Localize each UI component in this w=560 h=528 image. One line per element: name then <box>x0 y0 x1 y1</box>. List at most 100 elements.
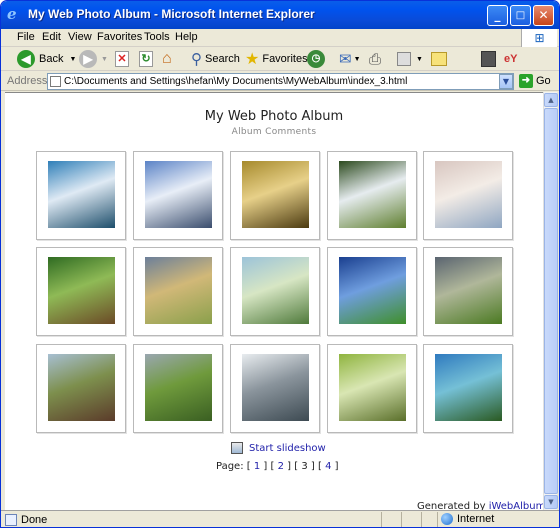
mail-button[interactable]: ✉ ▼ <box>339 49 361 69</box>
generated-by: Generated by iWebAlbum <box>417 501 543 510</box>
close-button[interactable]: ✕ <box>533 5 554 26</box>
menu-help[interactable]: Help <box>175 31 198 43</box>
menu-view[interactable]: View <box>68 31 92 43</box>
forest-path-photo <box>48 257 115 324</box>
scroll-up-icon[interactable]: ▲ <box>544 93 558 107</box>
photo-thumbnail[interactable] <box>327 151 417 240</box>
stormy-field-photo <box>435 257 502 324</box>
window-title: My Web Photo Album - Microsoft Internet … <box>28 7 315 21</box>
blue-lake-forest-photo <box>435 354 502 421</box>
scroll-thumb[interactable] <box>544 108 558 494</box>
back-label: Back <box>39 53 64 65</box>
pager-label: Page: <box>216 461 244 472</box>
flooded-field-photo <box>48 354 115 421</box>
photo-thumbnail[interactable] <box>133 151 223 240</box>
hay-bales-photo <box>145 257 212 324</box>
bamboo-hut-photo <box>242 161 309 228</box>
go-button[interactable]: ➜ Go <box>519 74 551 88</box>
address-dropdown-button[interactable]: ▼ <box>499 74 513 89</box>
search-button[interactable]: ⚲ Search <box>191 49 240 69</box>
page-link[interactable]: 2 <box>278 461 284 472</box>
photo-thumbnail[interactable] <box>36 151 126 240</box>
status-left: Done <box>5 514 47 526</box>
zone-label: Internet <box>457 513 495 525</box>
ie-logo-icon: e <box>7 5 17 23</box>
generated-prefix: Generated by <box>417 501 486 510</box>
title-bar: e My Web Photo Album - Microsoft Interne… <box>1 1 559 29</box>
photo-thumbnail[interactable] <box>423 151 513 240</box>
address-url: C:\Documents and Settings\hefan\My Docum… <box>64 76 408 87</box>
vertical-scrollbar[interactable]: ▲ ▼ <box>543 92 558 510</box>
photo-thumbnail[interactable] <box>230 344 320 433</box>
page-link[interactable]: 4 <box>325 461 331 472</box>
page-link[interactable]: 1 <box>254 461 260 472</box>
stop-icon: ✕ <box>115 51 129 67</box>
page-content: My Web Photo Album Album Comments Start … <box>5 92 543 510</box>
minimize-button[interactable]: _ <box>487 5 508 26</box>
back-arrow-icon: ◀ <box>17 50 35 68</box>
status-bar: Done Internet <box>1 510 559 527</box>
history-button[interactable]: ◷ <box>307 49 325 69</box>
globe-icon <box>441 513 453 525</box>
menu-edit[interactable]: Edit <box>42 31 61 43</box>
photo-thumbnail[interactable] <box>36 344 126 433</box>
photo-thumbnail[interactable] <box>230 247 320 336</box>
favorites-label: Favorites <box>262 53 308 65</box>
photo-thumbnail[interactable] <box>423 247 513 336</box>
forward-button[interactable]: ▶ ▼ <box>79 49 108 69</box>
maximize-button[interactable]: □ <box>510 5 531 26</box>
go-arrow-icon: ➜ <box>519 74 533 88</box>
frosted-tree-photo <box>242 354 309 421</box>
rolling-hills-photo <box>145 354 212 421</box>
ebay-icon: eY <box>504 53 518 65</box>
security-zone: Internet <box>441 513 494 525</box>
standard-toolbar: ◀ Back ▼ ▶ ▼ ✕ ↻ ⌂ ⚲ Search ★ Favorites … <box>1 47 559 71</box>
menu-tools[interactable]: Tools <box>144 31 170 43</box>
print-button[interactable]: ⎙ <box>369 49 381 69</box>
mail-icon: ✉ <box>339 51 352 68</box>
dropdown-arrow-icon[interactable]: ▼ <box>354 56 361 63</box>
menu-favorites[interactable]: Favorites <box>97 31 142 43</box>
back-button[interactable]: ◀ Back ▼ <box>17 49 76 69</box>
start-slideshow-link[interactable]: Start slideshow <box>249 443 326 454</box>
iwebalbum-link[interactable]: iWebAlbum <box>489 501 543 510</box>
messenger-button[interactable]: eY <box>504 49 517 69</box>
address-label: Address <box>7 75 48 87</box>
misty-lake-photo <box>435 161 502 228</box>
photo-thumbnail[interactable] <box>327 247 417 336</box>
photo-thumbnail[interactable] <box>423 344 513 433</box>
slideshow-control[interactable]: Start slideshow <box>231 442 326 454</box>
dropdown-arrow-icon[interactable]: ▼ <box>69 56 76 63</box>
photo-thumbnail[interactable] <box>133 344 223 433</box>
scroll-down-icon[interactable]: ▼ <box>544 495 558 509</box>
windows-flag-icon: ⊞ <box>521 29 557 47</box>
page-done-icon <box>5 514 17 526</box>
refresh-button[interactable]: ↻ <box>139 49 153 69</box>
willow-branches-photo <box>339 354 406 421</box>
favorites-button[interactable]: ★ Favorites <box>245 49 308 69</box>
address-bar: Address C:\Documents and Settings\hefan\… <box>1 71 559 91</box>
stop-button[interactable]: ✕ <box>115 49 129 69</box>
address-input[interactable]: C:\Documents and Settings\hefan\My Docum… <box>47 73 514 90</box>
photo-thumbnail[interactable] <box>230 151 320 240</box>
search-label: Search <box>205 53 240 65</box>
edit-button[interactable]: ▼ <box>397 49 423 69</box>
menu-file[interactable]: File <box>17 31 35 43</box>
green-field-sky-photo <box>339 257 406 324</box>
photo-thumbnail[interactable] <box>327 344 417 433</box>
dropdown-arrow-icon[interactable]: ▼ <box>416 56 423 63</box>
go-label: Go <box>536 75 551 87</box>
album-subtitle: Album Comments <box>231 127 317 137</box>
search-icon: ⚲ <box>191 51 202 68</box>
forward-arrow-icon: ▶ <box>79 50 97 68</box>
mountain-lake-photo <box>48 161 115 228</box>
research-button[interactable] <box>481 49 496 69</box>
home-button[interactable]: ⌂ <box>162 49 172 69</box>
ie-window: e My Web Photo Album - Microsoft Interne… <box>0 0 560 528</box>
discuss-button[interactable] <box>431 49 447 69</box>
pagination: Page: [ 1 ] [ 2 ] [ 3 ] [ 4 ] <box>216 461 339 472</box>
photo-thumbnail[interactable] <box>36 247 126 336</box>
dropdown-arrow-icon[interactable]: ▼ <box>101 56 108 63</box>
favorites-star-icon: ★ <box>245 51 260 68</box>
photo-thumbnail[interactable] <box>133 247 223 336</box>
